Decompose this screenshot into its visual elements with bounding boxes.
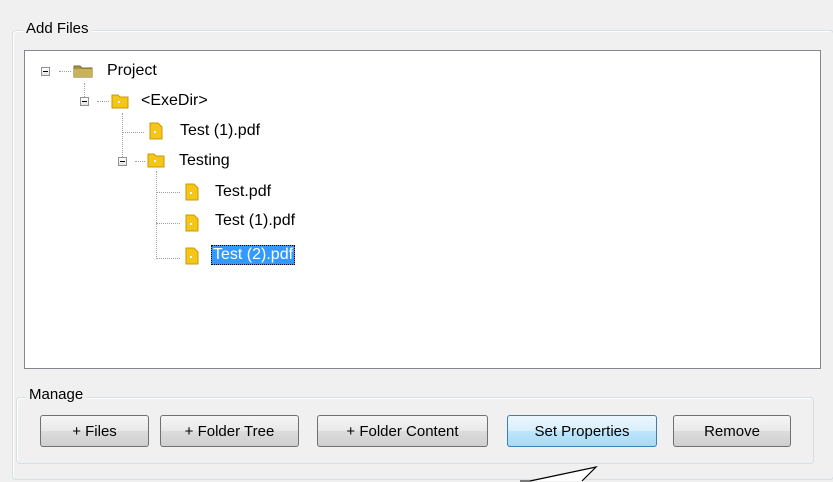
set-properties-button[interactable]: Set Properties xyxy=(507,415,657,447)
pdf-file-icon xyxy=(185,183,199,201)
tree-node-project[interactable]: Project xyxy=(105,61,159,81)
tree-node-testing[interactable]: Testing xyxy=(177,151,232,171)
tree-node-testing-file-selected[interactable]: Test (2).pdf xyxy=(211,245,296,265)
project-folder-icon xyxy=(73,65,93,78)
testing-collapse-toggle[interactable] xyxy=(118,157,127,166)
exedir-folder-icon xyxy=(111,94,129,109)
project-collapse-toggle[interactable] xyxy=(41,67,50,76)
tree-node-exedir-file[interactable]: Test (1).pdf xyxy=(178,121,262,141)
pdf-file-icon xyxy=(149,122,163,140)
exedir-collapse-toggle[interactable] xyxy=(80,97,89,106)
add-folder-content-button[interactable]: + Folder Content xyxy=(317,415,488,447)
tree-node-exedir[interactable]: <ExeDir> xyxy=(139,91,210,111)
tree-node-testing-file[interactable]: Test (1).pdf xyxy=(213,211,297,231)
manage-title: Manage xyxy=(26,386,87,404)
pdf-file-icon xyxy=(185,214,199,232)
add-files-title: Add Files xyxy=(23,20,92,38)
add-folder-tree-button[interactable]: + Folder Tree xyxy=(160,415,299,447)
tree-node-testing-file[interactable]: Test.pdf xyxy=(213,182,273,202)
mouse-cursor-icon xyxy=(520,465,598,482)
file-tree[interactable]: Project <ExeDir> Test (1).pdf Testing Te… xyxy=(24,50,821,369)
add-files-button[interactable]: + Files xyxy=(40,415,149,447)
pdf-file-icon xyxy=(185,247,199,265)
testing-folder-icon xyxy=(147,153,165,168)
remove-button[interactable]: Remove xyxy=(673,415,791,447)
